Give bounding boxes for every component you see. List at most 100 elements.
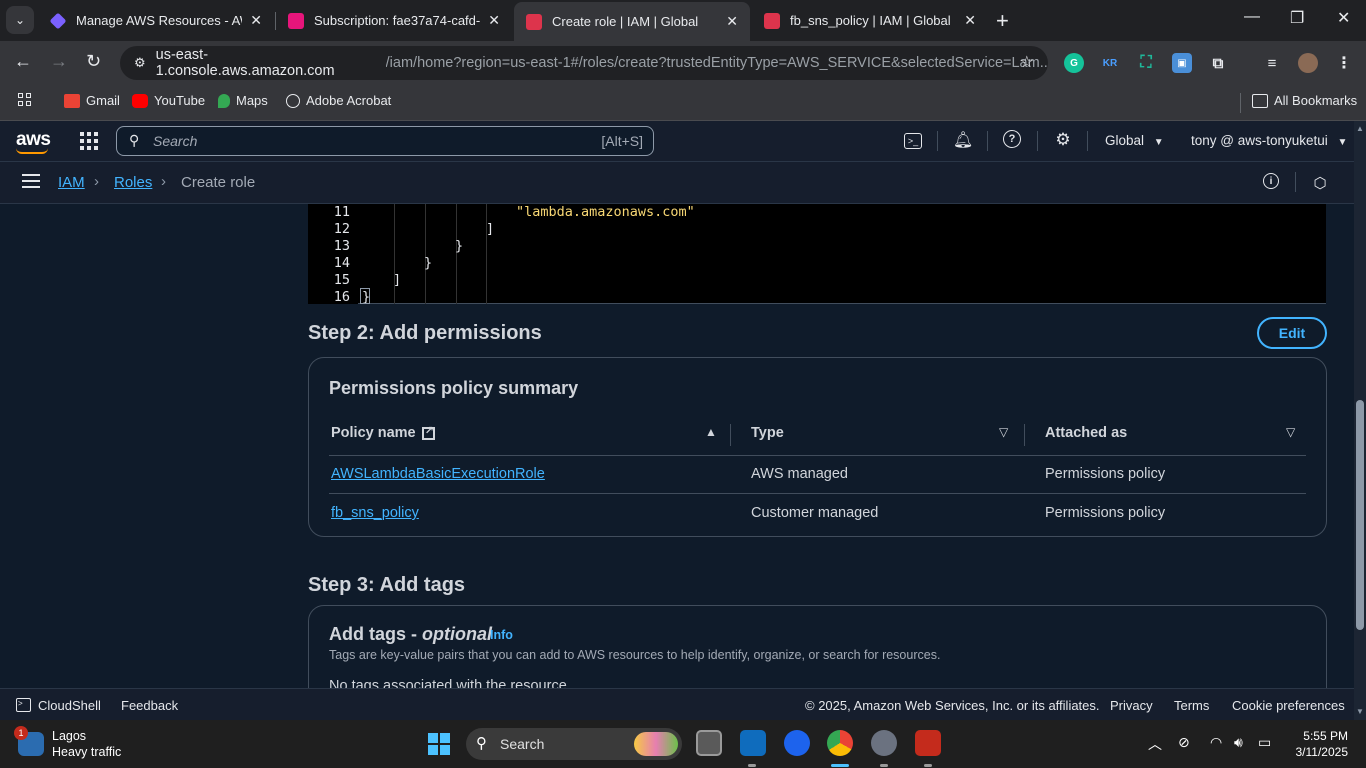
kr-extension-icon[interactable]: KR xyxy=(1100,53,1120,73)
media-controls-icon[interactable]: ≡ xyxy=(1262,53,1282,73)
apps-grid-icon[interactable] xyxy=(18,93,31,106)
hamburger-menu-icon[interactable] xyxy=(22,174,40,188)
bookmark-youtube[interactable]: YouTube xyxy=(132,93,205,108)
info-circle-icon[interactable]: i xyxy=(1263,173,1279,189)
system-clock[interactable]: 5:55 PM 3/11/2025 xyxy=(1290,728,1349,760)
aws-search-input[interactable]: ⚲ Search [Alt+S] xyxy=(116,126,654,156)
region-selector[interactable]: Global ▼ xyxy=(1105,133,1164,148)
show-hidden-icons-chevron-icon[interactable]: ︿ xyxy=(1148,734,1162,754)
breadcrumb-roles[interactable]: Roles xyxy=(114,174,152,191)
forward-arrow-icon[interactable]: → xyxy=(50,51,68,72)
windows-start-icon[interactable] xyxy=(428,733,450,755)
aws-logo-text: aws xyxy=(16,129,51,150)
main-content: 11 12 13 14 15 16 "lambda.amazonaws.com"… xyxy=(0,204,1354,688)
profile-avatar[interactable] xyxy=(1298,53,1318,73)
bookmark-star-icon[interactable]: ☆ xyxy=(1020,52,1034,72)
taskbar-search-placeholder: Search xyxy=(500,736,545,752)
line-number: 15 xyxy=(333,272,350,288)
tab-manage-aws-resources[interactable]: Manage AWS Resources - AWS ✕ xyxy=(38,0,274,41)
add-tags-title-text: Add tags - xyxy=(329,624,422,644)
scrollbar-thumb[interactable] xyxy=(1356,400,1364,630)
snipping-tool-app-icon[interactable] xyxy=(915,730,941,756)
all-bookmarks[interactable]: All Bookmarks xyxy=(1252,93,1357,108)
cloudshell-link[interactable]: CloudShell xyxy=(38,698,101,713)
policy-link-awslambdabasicexecutionrole[interactable]: AWSLambdaBasicExecutionRole xyxy=(331,466,545,482)
add-tags-info-link[interactable]: Info xyxy=(490,628,513,642)
privacy-link[interactable]: Privacy xyxy=(1110,698,1153,713)
image-extension-icon[interactable]: ▣ xyxy=(1172,53,1192,73)
outlook-app-icon[interactable] xyxy=(740,730,766,756)
close-tab-icon[interactable]: ✕ xyxy=(964,12,976,29)
code-line: ] xyxy=(393,272,402,288)
sort-descending-icon[interactable]: ▽ xyxy=(999,425,1008,439)
column-divider xyxy=(730,424,731,446)
screenshot-extension-icon[interactable]: ⛶ xyxy=(1136,53,1156,73)
tab-fb-sns-policy[interactable]: fb_sns_policy | IAM | Global ✕ xyxy=(752,0,988,41)
sort-ascending-icon[interactable]: ▲ xyxy=(705,425,717,439)
sort-descending-icon[interactable]: ▽ xyxy=(1286,425,1295,439)
url-path: /iam/home?region=us-east-1#/roles/create… xyxy=(385,55,1048,71)
taskbar-search[interactable]: ⚲ Search xyxy=(466,728,682,760)
close-tab-icon[interactable]: ✕ xyxy=(726,13,738,30)
close-tab-icon[interactable]: ✕ xyxy=(250,12,262,29)
notifications-bell-icon[interactable]: 🔔︎ xyxy=(953,130,973,150)
iam-favicon-icon xyxy=(764,12,780,29)
policy-type: AWS managed xyxy=(751,466,848,482)
chrome-app-icon[interactable] xyxy=(827,730,853,756)
back-arrow-icon[interactable]: ← xyxy=(14,51,32,72)
site-info-icon[interactable]: ⚙ xyxy=(134,55,146,71)
tab-create-role[interactable]: Create role | IAM | Global ✕ xyxy=(514,2,750,41)
extensions-puzzle-icon[interactable]: ⧉ xyxy=(1208,53,1228,73)
new-tab-plus-icon[interactable]: + xyxy=(996,8,1009,34)
page-scrollbar[interactable]: ▲ ▼ xyxy=(1354,121,1366,720)
services-grid-icon[interactable] xyxy=(80,132,98,150)
weather-widget[interactable]: 1 Lagos Heavy traffic xyxy=(14,726,121,760)
feedback-link[interactable]: Feedback xyxy=(121,698,178,713)
column-header-type[interactable]: Type xyxy=(751,425,784,441)
address-bar[interactable]: ⚙ us-east-1.console.aws.amazon.com /iam/… xyxy=(120,46,1048,80)
bookmark-label: Maps xyxy=(236,93,268,108)
network-disconnected-icon[interactable]: ⊘ xyxy=(1178,734,1190,751)
battery-icon[interactable]: ▭ xyxy=(1258,734,1271,751)
scroll-up-arrow-icon[interactable]: ▲ xyxy=(1356,124,1364,133)
windows-taskbar: 1 Lagos Heavy traffic ⚲ Search ︿ ⊘ ◠ 🔊︎ … xyxy=(0,720,1366,768)
reload-icon[interactable]: ↻ xyxy=(86,51,101,72)
indent-guide xyxy=(394,204,395,304)
column-label: Type xyxy=(751,425,784,441)
task-view-icon[interactable] xyxy=(696,730,722,756)
breadcrumb-current: Create role xyxy=(181,174,256,191)
browser-menu-kebab-icon[interactable]: ⋮ xyxy=(1334,53,1354,73)
grammarly-extension-icon[interactable]: G xyxy=(1064,53,1084,73)
bookmark-maps[interactable]: Maps xyxy=(218,93,268,108)
settings-gear-icon[interactable]: ⚙ xyxy=(1053,130,1073,150)
scroll-down-arrow-icon[interactable]: ▼ xyxy=(1356,707,1364,716)
step2-edit-button[interactable]: Edit xyxy=(1257,317,1327,349)
wifi-icon[interactable]: ◠ xyxy=(1210,734,1222,751)
column-header-policy-name[interactable]: Policy name xyxy=(331,424,435,441)
bookmark-adobe-acrobat[interactable]: Adobe Acrobat xyxy=(286,93,391,108)
account-menu[interactable]: tony @ aws-tonyuketui ▼ xyxy=(1191,133,1347,148)
column-header-attached-as[interactable]: Attached as xyxy=(1045,425,1127,441)
close-window-icon[interactable]: ✕ xyxy=(1337,8,1350,28)
restore-window-icon[interactable]: ❐ xyxy=(1290,8,1304,28)
cloudshell-icon[interactable]: >_ xyxy=(904,133,922,149)
policy-link-fb-sns-policy[interactable]: fb_sns_policy xyxy=(331,505,419,521)
hexagon-settings-icon[interactable]: ⬡ xyxy=(1310,173,1330,193)
close-tab-icon[interactable]: ✕ xyxy=(488,12,500,29)
search-highlight-flowers-icon xyxy=(634,732,678,756)
tab-subscription[interactable]: Subscription: fae37a74-cafd-47 ✕ xyxy=(276,0,512,41)
help-icon[interactable]: ? xyxy=(1003,130,1021,148)
tab-search-chevron-icon[interactable]: ⌄ xyxy=(6,6,34,34)
docker-app-icon[interactable] xyxy=(784,730,810,756)
notification-badge: 1 xyxy=(14,726,28,740)
aws-logo[interactable]: aws xyxy=(16,129,51,154)
terms-link[interactable]: Terms xyxy=(1174,698,1209,713)
bookmark-gmail[interactable]: Gmail xyxy=(64,93,120,108)
volume-icon[interactable]: 🔊︎ xyxy=(1234,734,1243,751)
settings-app-icon[interactable] xyxy=(871,730,897,756)
search-icon: ⚲ xyxy=(129,132,140,148)
breadcrumb-iam[interactable]: IAM xyxy=(58,174,85,191)
trust-policy-code-editor[interactable]: 11 12 13 14 15 16 "lambda.amazonaws.com"… xyxy=(308,204,1326,305)
minimize-window-icon[interactable]: — xyxy=(1244,8,1260,26)
cookie-preferences-link[interactable]: Cookie preferences xyxy=(1232,698,1345,713)
